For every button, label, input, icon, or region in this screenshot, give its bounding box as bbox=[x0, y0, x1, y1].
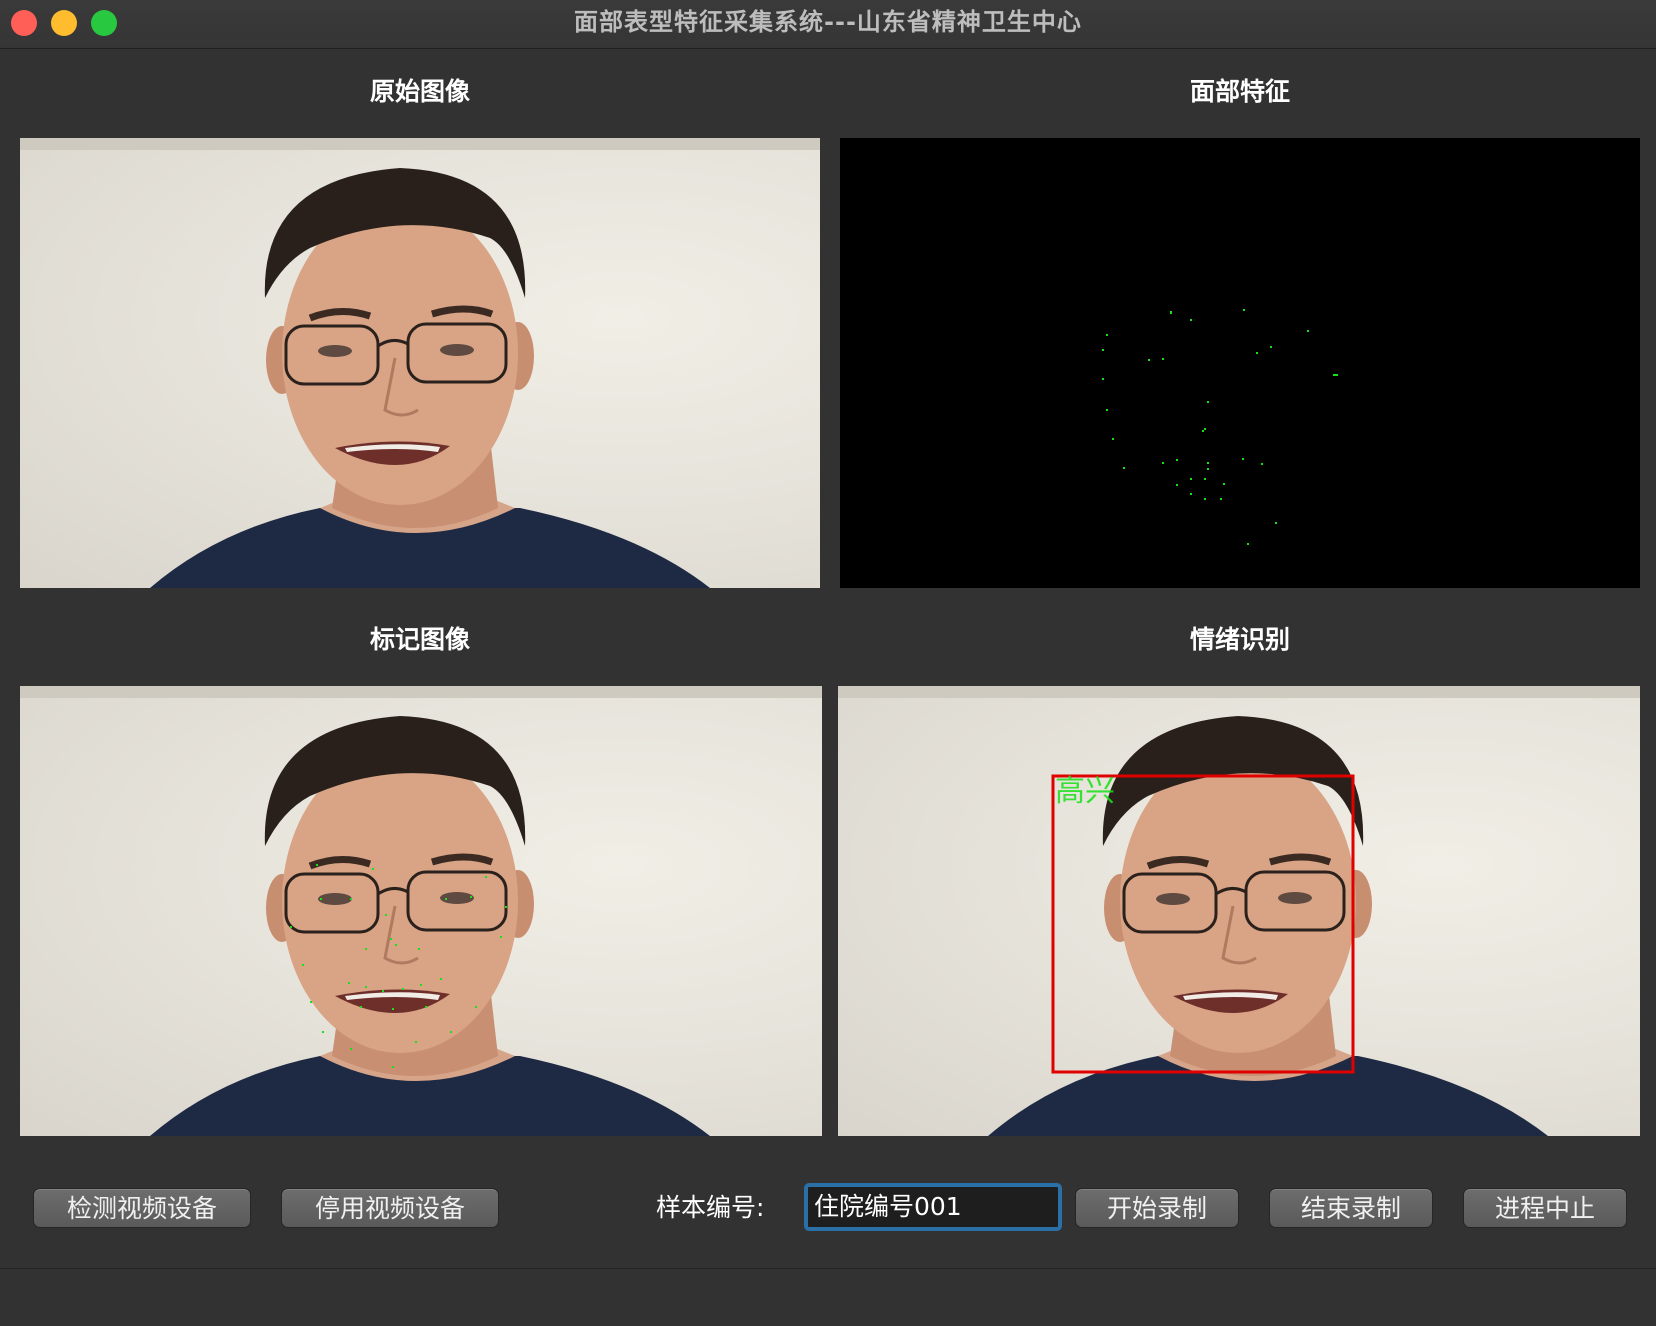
emotion-recognition-title: 情绪识别 bbox=[1189, 625, 1290, 654]
emotion-label: 高兴 bbox=[1055, 774, 1115, 809]
emotion-recognition-view: 高兴 bbox=[838, 686, 1640, 1136]
title-bar[interactable]: 面部表型特征采集系统---山东省精神卫生中心 bbox=[0, 0, 1656, 49]
disable-video-device-button[interactable]: 停用视频设备 bbox=[281, 1188, 499, 1228]
original-video-view bbox=[20, 138, 820, 588]
landmark-points bbox=[1102, 309, 1338, 545]
stop-recording-button[interactable]: 结束录制 bbox=[1269, 1188, 1433, 1228]
person-image-with-landmarks bbox=[20, 686, 822, 1136]
app-window: 面部表型特征采集系统---山东省精神卫生中心 原始图像 面部特征 标记图像 情绪… bbox=[0, 0, 1656, 1326]
abort-process-button[interactable]: 进程中止 bbox=[1463, 1188, 1627, 1228]
person-image bbox=[20, 138, 820, 588]
status-bar bbox=[0, 1269, 1656, 1326]
face-features-view bbox=[840, 138, 1640, 588]
detect-video-device-button[interactable]: 检测视频设备 bbox=[33, 1188, 251, 1228]
person-image-with-face-box: 高兴 bbox=[838, 686, 1640, 1136]
marked-video-view bbox=[20, 686, 822, 1136]
sample-id-label: 样本编号: bbox=[656, 1193, 765, 1222]
face-features-title: 面部特征 bbox=[1189, 77, 1290, 106]
original-image-title: 原始图像 bbox=[369, 77, 470, 106]
start-recording-button[interactable]: 开始录制 bbox=[1075, 1188, 1239, 1228]
window-title: 面部表型特征采集系统---山东省精神卫生中心 bbox=[574, 8, 1082, 36]
marked-image-title: 标记图像 bbox=[369, 625, 470, 654]
sample-id-input[interactable]: 住院编号001 bbox=[804, 1183, 1062, 1231]
